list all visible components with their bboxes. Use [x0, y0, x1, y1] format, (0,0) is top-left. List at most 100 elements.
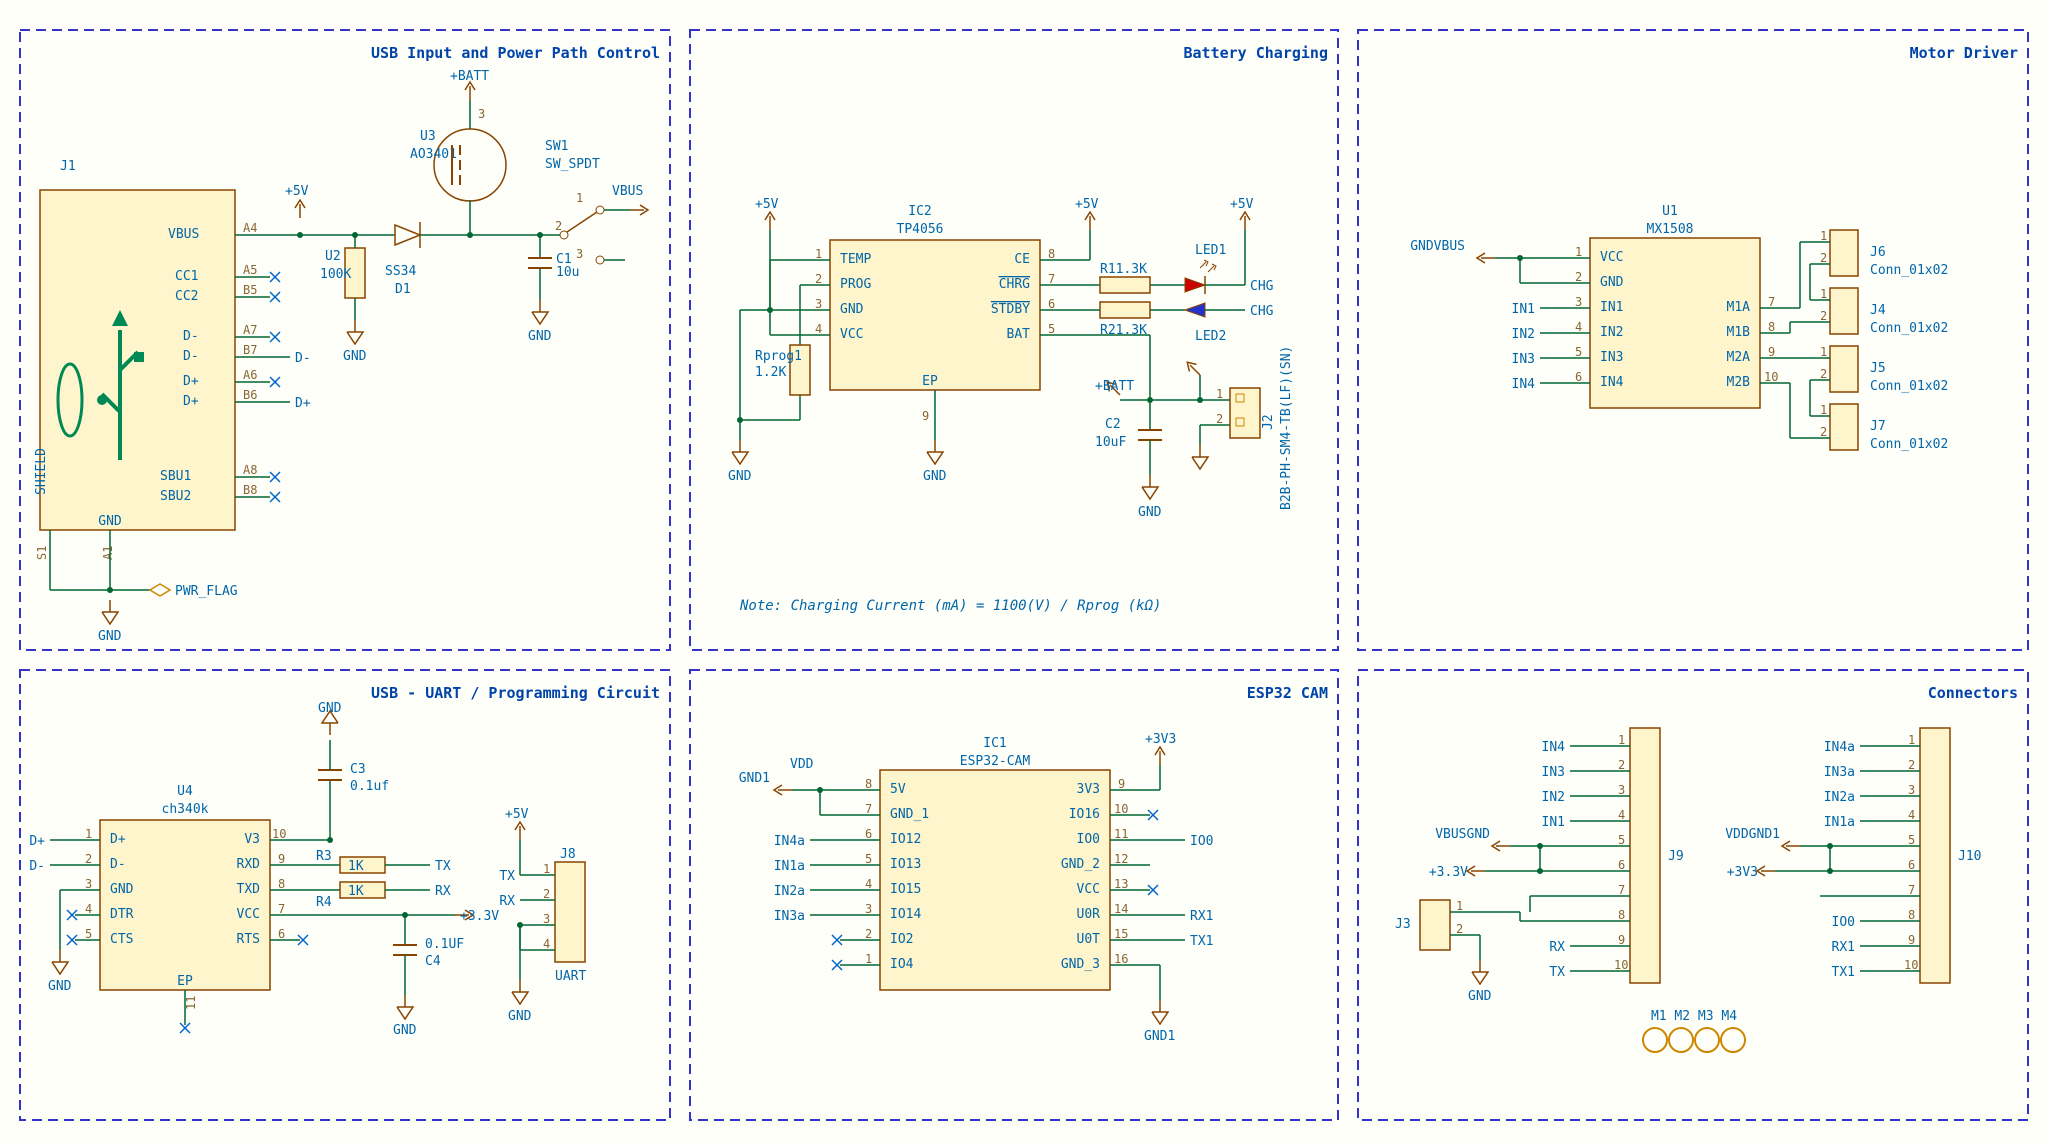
svg-text:IN4: IN4 — [1542, 740, 1566, 755]
svg-text:A5: A5 — [243, 263, 257, 277]
svg-text:C2: C2 — [1105, 417, 1121, 432]
svg-text:7: 7 — [1908, 883, 1915, 897]
svg-text:8: 8 — [1048, 247, 1055, 261]
svg-text:A1: A1 — [101, 546, 115, 560]
svg-text:IN1: IN1 — [1600, 300, 1623, 315]
svg-text:U0R: U0R — [1077, 907, 1101, 922]
svg-text:9: 9 — [1118, 777, 1125, 791]
svg-text:U4: U4 — [177, 784, 193, 799]
svg-text:8: 8 — [1908, 908, 1915, 922]
svg-text:U2: U2 — [325, 249, 341, 264]
svg-text:5V: 5V — [890, 782, 906, 797]
svg-text:16: 16 — [1114, 952, 1128, 966]
svg-text:1: 1 — [1820, 345, 1827, 359]
svg-text:5: 5 — [1618, 833, 1625, 847]
svg-text:2: 2 — [1820, 367, 1827, 381]
svg-text:+3V3: +3V3 — [1727, 865, 1758, 880]
svg-text:6: 6 — [1048, 297, 1055, 311]
svg-text:3: 3 — [1618, 783, 1625, 797]
svg-text:1K: 1K — [348, 884, 364, 899]
svg-text:TP4056: TP4056 — [897, 222, 944, 237]
svg-text:TEMP: TEMP — [840, 252, 871, 267]
title-battery: Battery Charging — [1184, 44, 1329, 62]
svg-text:M2B: M2B — [1727, 375, 1751, 390]
svg-text:D1: D1 — [395, 282, 411, 297]
svg-text:IO13: IO13 — [890, 857, 921, 872]
svg-text:9: 9 — [922, 409, 929, 423]
svg-text:8: 8 — [1618, 908, 1625, 922]
svg-text:1: 1 — [85, 827, 92, 841]
svg-text:9: 9 — [1618, 933, 1625, 947]
svg-text:7: 7 — [1618, 883, 1625, 897]
svg-text:GND: GND — [343, 349, 367, 364]
svg-text:SBU2: SBU2 — [160, 489, 191, 504]
svg-text:A6: A6 — [243, 368, 257, 382]
svg-text:RX: RX — [499, 894, 515, 909]
svg-text:SS34: SS34 — [385, 264, 416, 279]
svg-text:+BATT: +BATT — [450, 69, 489, 84]
svg-text:IN2a: IN2a — [1824, 790, 1855, 805]
svg-text:3: 3 — [1575, 295, 1582, 309]
svg-text:IO15: IO15 — [890, 882, 921, 897]
svg-text:GNDVBUS: GNDVBUS — [1410, 239, 1465, 254]
svg-text:2: 2 — [1820, 251, 1827, 265]
svg-text:6: 6 — [278, 927, 285, 941]
svg-text:EP: EP — [922, 374, 938, 389]
svg-text:GND_1: GND_1 — [890, 807, 929, 822]
svg-text:4: 4 — [815, 322, 822, 336]
svg-text:8: 8 — [865, 777, 872, 791]
svg-text:9: 9 — [1768, 345, 1775, 359]
svg-text:IN3a: IN3a — [1824, 765, 1855, 780]
svg-text:100K: 100K — [320, 267, 351, 282]
svg-text:IO0: IO0 — [1077, 832, 1100, 847]
svg-text:PWR_FLAG: PWR_FLAG — [175, 584, 238, 599]
svg-text:2: 2 — [1908, 758, 1915, 772]
svg-text:J7: J7 — [1870, 419, 1886, 434]
svg-text:GND: GND — [528, 329, 552, 344]
svg-text:3: 3 — [815, 297, 822, 311]
svg-text:DTR: DTR — [110, 907, 134, 922]
svg-text:10u: 10u — [556, 265, 579, 280]
svg-text:J4: J4 — [1870, 303, 1886, 318]
svg-text:V3: V3 — [244, 832, 260, 847]
svg-text:RX1: RX1 — [1190, 909, 1213, 924]
svg-text:5: 5 — [865, 852, 872, 866]
svg-text:S1: S1 — [35, 546, 49, 560]
svg-text:TX1: TX1 — [1190, 934, 1213, 949]
svg-text:+5V: +5V — [1075, 197, 1099, 212]
svg-text:IO14: IO14 — [890, 907, 921, 922]
svg-text:IN2: IN2 — [1542, 790, 1565, 805]
svg-text:5: 5 — [1048, 322, 1055, 336]
svg-text:4: 4 — [865, 877, 872, 891]
svg-text:6: 6 — [865, 827, 872, 841]
svg-text:7: 7 — [1768, 295, 1775, 309]
svg-text:TX1: TX1 — [1832, 965, 1855, 980]
svg-text:IN3: IN3 — [1600, 350, 1623, 365]
svg-text:12: 12 — [1114, 852, 1128, 866]
svg-text:1: 1 — [1216, 387, 1223, 401]
svg-text:D+: D+ — [295, 396, 311, 411]
svg-text:11: 11 — [184, 996, 198, 1010]
svg-text:CHG: CHG — [1250, 304, 1274, 319]
svg-text:J2: J2 — [1261, 414, 1276, 430]
svg-text:GND: GND — [110, 882, 134, 897]
svg-text:13: 13 — [1114, 877, 1128, 891]
svg-text:3V3: 3V3 — [1077, 782, 1100, 797]
svg-text:VBUS: VBUS — [612, 184, 643, 199]
svg-text:VBUSGND: VBUSGND — [1435, 827, 1490, 842]
svg-text:IO12: IO12 — [890, 832, 921, 847]
svg-text:LED2: LED2 — [1195, 329, 1226, 344]
svg-text:TXD: TXD — [237, 882, 261, 897]
svg-text:J1: J1 — [60, 159, 76, 174]
svg-text:10: 10 — [272, 827, 286, 841]
svg-text:STDBY: STDBY — [991, 302, 1030, 317]
svg-text:B2B-PH-SM4-TB(LF)(SN): B2B-PH-SM4-TB(LF)(SN) — [1279, 346, 1294, 510]
svg-text:11: 11 — [1114, 827, 1128, 841]
svg-text:IN2a: IN2a — [774, 884, 805, 899]
svg-text:IN1: IN1 — [1542, 815, 1565, 830]
svg-text:VCC: VCC — [1600, 250, 1623, 265]
svg-text:2: 2 — [815, 272, 822, 286]
svg-text:B7: B7 — [243, 343, 257, 357]
svg-text:B5: B5 — [243, 283, 257, 297]
svg-text:GND: GND — [393, 1023, 417, 1038]
